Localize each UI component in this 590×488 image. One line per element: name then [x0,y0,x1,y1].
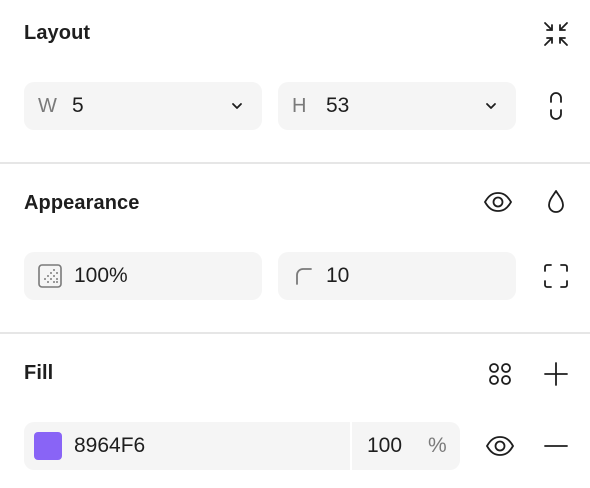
chevron-down-icon[interactable] [484,99,498,113]
drop-icon[interactable] [540,186,572,218]
eye-icon[interactable] [484,430,516,462]
width-prefix: W [38,94,57,117]
fill-color-field[interactable]: 8964F6 100 % [24,422,460,470]
fill-percent-sign: % [428,434,447,457]
corner-radius-icon [296,268,312,285]
fill-section: Fill 8964F6 100 % [0,334,590,488]
fill-field-separator [350,422,352,470]
fill-hex-value[interactable]: 8964F6 [74,434,145,458]
width-field[interactable]: W 5 [24,82,262,130]
appearance-title: Appearance [24,192,140,214]
fill-color-swatch[interactable] [34,432,62,460]
independent-corners-icon[interactable] [540,260,572,292]
styles-grid-icon[interactable] [484,358,516,390]
layout-title: Layout [24,22,91,44]
corner-radius-value[interactable]: 10 [326,264,349,288]
fill-title: Fill [24,362,54,384]
link-proportions-icon[interactable] [540,90,572,122]
layout-section: Layout W 5 H 53 [0,0,590,162]
fill-opacity-value[interactable]: 100 [367,434,402,458]
height-prefix: H [292,94,307,117]
corner-radius-field[interactable]: 10 [278,252,516,300]
eye-icon[interactable] [482,186,514,218]
height-value[interactable]: 53 [326,94,349,118]
collapse-arrows-icon[interactable] [540,18,572,50]
opacity-value[interactable]: 100% [74,264,128,288]
opacity-icon [38,264,62,288]
chevron-down-icon[interactable] [230,99,244,113]
appearance-section: Appearance 100% 10 [0,164,590,332]
opacity-field[interactable]: 100% [24,252,262,300]
width-value[interactable]: 5 [72,94,84,118]
height-field[interactable]: H 53 [278,82,516,130]
plus-icon[interactable] [540,358,572,390]
minus-icon[interactable] [540,430,572,462]
